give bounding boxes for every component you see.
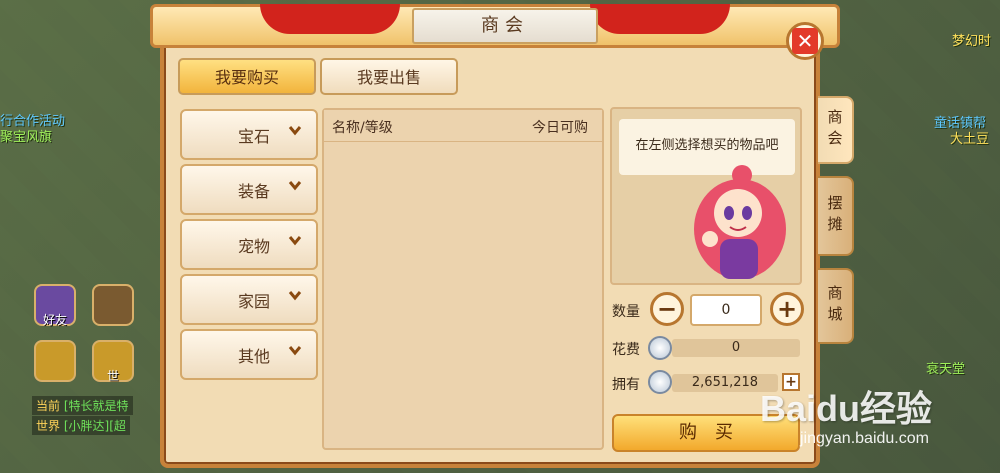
- category-label: 宝石: [237, 126, 270, 146]
- friends-label: 好友: [42, 313, 67, 327]
- plus-icon: +: [776, 295, 798, 323]
- ribbon-right: [590, 4, 730, 34]
- cost-value: 0: [672, 339, 800, 357]
- chevron-down-icon: [288, 291, 302, 301]
- category-label: 其他: [237, 346, 270, 366]
- category-label: 宠物: [237, 236, 270, 256]
- category-home[interactable]: 家园: [180, 274, 318, 325]
- cost-label: 花费: [612, 342, 640, 358]
- chat-line-current: 当前 [特长就是特: [32, 396, 133, 415]
- voice-label: 世: [106, 369, 119, 383]
- chat-channel: 世界: [36, 419, 61, 433]
- chat-bubble-icon[interactable]: [34, 340, 76, 382]
- scene-label-3: 聚宝风旗: [0, 130, 53, 145]
- decrease-button[interactable]: −: [650, 292, 684, 326]
- scene-label-5: 大土豆: [950, 132, 990, 147]
- baidu-watermark-logo: Baidu经验: [760, 388, 933, 429]
- category-equipment[interactable]: 装备: [180, 164, 318, 215]
- header-name-level: 名称/等级: [332, 120, 393, 136]
- side-tab-stall[interactable]: 摆摊: [818, 176, 854, 256]
- chevron-down-icon: [288, 126, 302, 136]
- silver-coin-icon: [648, 336, 672, 360]
- side-tab-mall[interactable]: 商城: [818, 268, 854, 344]
- chat-line-world: 世界 [小胖达][超: [32, 416, 130, 435]
- category-label: 家园: [237, 291, 270, 311]
- item-list[interactable]: 名称/等级 今日可购: [322, 108, 604, 450]
- category-label: 装备: [237, 181, 270, 201]
- silver-coin-icon: [648, 370, 672, 394]
- dialog-title-bar: 商会: [150, 0, 850, 52]
- scene-label-1: 梦幻时: [952, 34, 992, 49]
- chevron-down-icon: [288, 346, 302, 356]
- tab-buy[interactable]: 我要购买: [178, 58, 316, 95]
- side-tab-chamber[interactable]: 商会: [818, 96, 854, 164]
- chevron-down-icon: [288, 181, 302, 191]
- list-header: 名称/等级 今日可购: [324, 110, 602, 142]
- achievement-icon[interactable]: [92, 284, 134, 326]
- hint-panel: 在左侧选择想买的物品吧: [610, 107, 802, 285]
- chevron-down-icon: [288, 236, 302, 246]
- dialog-title: 商会: [412, 8, 598, 44]
- increase-button[interactable]: +: [770, 292, 804, 326]
- merchant-girl-illustration: [694, 165, 786, 279]
- watermark-url: jingyan.baidu.com: [800, 430, 929, 447]
- friends-icon[interactable]: 好友: [34, 284, 76, 327]
- minus-icon: −: [656, 295, 678, 323]
- category-gem[interactable]: 宝石: [180, 109, 318, 160]
- chat-message: [特长就是特: [63, 399, 129, 413]
- microphone-icon[interactable]: 世: [92, 340, 134, 383]
- owned-label: 拥有: [612, 377, 640, 393]
- tab-sell[interactable]: 我要出售: [320, 58, 458, 95]
- quantity-field[interactable]: 0: [690, 294, 762, 326]
- category-pet[interactable]: 宠物: [180, 219, 318, 270]
- chat-channel: 当前: [36, 399, 61, 413]
- ribbon-left: [260, 4, 400, 34]
- close-button[interactable]: ✕: [786, 22, 824, 60]
- close-icon: ✕: [792, 28, 818, 54]
- quantity-label: 数量: [612, 304, 640, 320]
- chat-message: [小胖达][超: [63, 419, 126, 433]
- category-other[interactable]: 其他: [180, 329, 318, 380]
- scene-label-6: 衰天堂: [926, 362, 966, 377]
- header-today-available: 今日可购: [532, 120, 588, 136]
